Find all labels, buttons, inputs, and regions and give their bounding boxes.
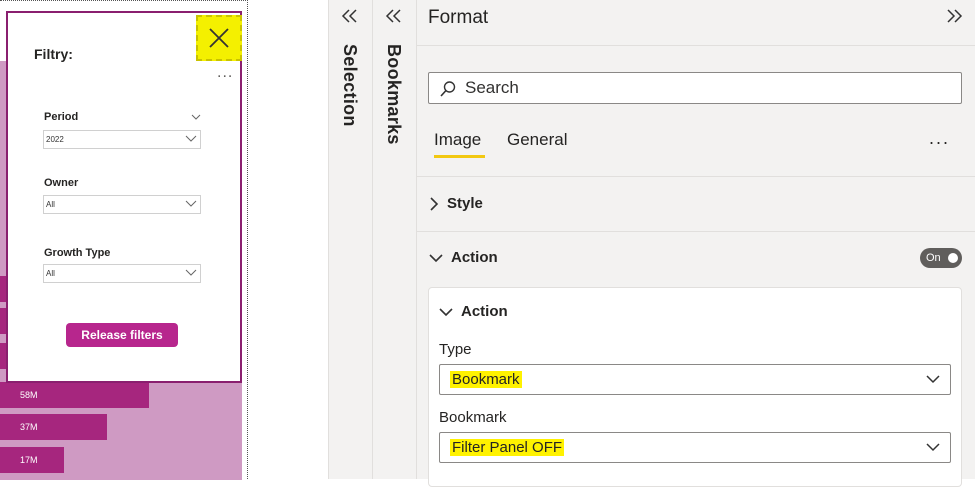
bookmark-dropdown-value: Filter Panel OFF xyxy=(450,439,565,456)
toggle-knob xyxy=(948,253,958,263)
divider xyxy=(417,45,975,46)
chevron-down-icon xyxy=(429,253,443,262)
chevron-right-icon xyxy=(430,196,439,211)
bookmark-field-label: Bookmark xyxy=(439,409,507,426)
style-section-header[interactable]: Style xyxy=(429,195,483,212)
active-tab-indicator xyxy=(434,155,485,158)
chevron-down-icon xyxy=(185,135,197,142)
chevron-down-icon xyxy=(185,200,197,207)
period-slicer-value: 2022 xyxy=(46,135,64,144)
close-icon[interactable] xyxy=(196,15,242,61)
bookmarks-pane-label[interactable]: Bookmarks xyxy=(383,44,404,145)
period-slicer-label: Period xyxy=(44,111,79,123)
chevron-down-icon xyxy=(926,443,940,452)
more-options-icon[interactable]: ... xyxy=(217,65,233,81)
owner-slicer-label: Owner xyxy=(44,177,79,189)
chart-bar-label: 58M xyxy=(20,390,38,400)
format-pane: Format Image General ... Style Action On… xyxy=(416,0,975,487)
selection-pane-label[interactable]: Selection xyxy=(339,44,360,127)
chart-bar xyxy=(0,414,107,440)
divider xyxy=(417,176,975,177)
growth-type-slicer-label: Growth Type xyxy=(44,247,111,259)
search-input[interactable] xyxy=(465,77,945,99)
chart-bar-label: 37M xyxy=(20,422,38,432)
action-section-header[interactable]: Action xyxy=(429,249,498,266)
search-box[interactable] xyxy=(428,72,962,104)
type-field-label: Type xyxy=(439,341,472,358)
owner-slicer-value: All xyxy=(46,200,55,209)
search-icon xyxy=(440,81,456,97)
bookmarks-pane: Bookmarks xyxy=(372,0,416,479)
growth-type-slicer-dropdown[interactable]: All xyxy=(43,264,201,283)
filter-panel: Filtry: ... Period 2022 Owner All Growth… xyxy=(6,11,242,383)
selection-pane: Selection xyxy=(328,0,372,479)
tab-image[interactable]: Image xyxy=(434,130,481,150)
period-slicer-dropdown[interactable]: 2022 xyxy=(43,130,201,149)
tab-general[interactable]: General xyxy=(507,130,567,150)
growth-type-slicer-value: All xyxy=(46,269,55,278)
action-toggle[interactable]: On xyxy=(920,248,962,268)
chevron-down-icon[interactable] xyxy=(191,113,201,121)
chevron-down-icon xyxy=(439,307,453,316)
toggle-state-label: On xyxy=(926,252,941,264)
style-section-label: Style xyxy=(447,195,483,212)
double-chevron-right-icon[interactable] xyxy=(945,8,963,24)
more-options-icon[interactable]: ... xyxy=(929,128,950,149)
owner-slicer-dropdown[interactable]: All xyxy=(43,195,201,214)
canvas-gap xyxy=(248,0,328,479)
release-filters-button[interactable]: Release filters xyxy=(66,323,178,347)
type-dropdown-value: Bookmark xyxy=(450,371,522,388)
type-dropdown[interactable]: Bookmark xyxy=(439,364,951,395)
double-chevron-left-icon[interactable] xyxy=(385,8,403,24)
divider xyxy=(417,231,975,232)
chart-bar-label: 17M xyxy=(20,455,38,465)
filter-panel-title: Filtry: xyxy=(34,46,73,62)
double-chevron-left-icon[interactable] xyxy=(341,8,359,24)
action-card-label: Action xyxy=(461,303,508,320)
action-section-label: Action xyxy=(451,249,498,266)
chevron-down-icon xyxy=(926,375,940,384)
bookmark-dropdown[interactable]: Filter Panel OFF xyxy=(439,432,951,463)
format-pane-title: Format xyxy=(428,7,489,28)
chevron-down-icon xyxy=(185,269,197,276)
action-card-header[interactable]: Action xyxy=(439,303,508,320)
action-card: Action Type Bookmark Bookmark Filter Pan… xyxy=(428,287,962,487)
report-canvas: 58M 37M 17M Filtry: ... Period 2022 Owne… xyxy=(0,0,248,480)
